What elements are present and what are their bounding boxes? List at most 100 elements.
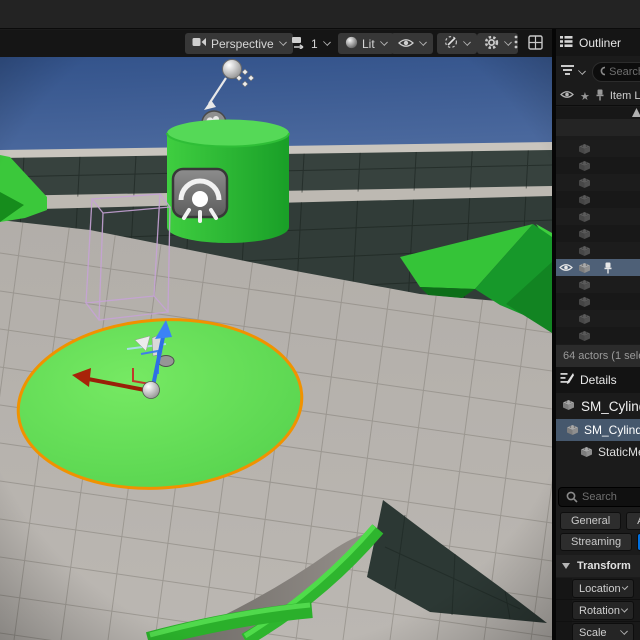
transform-axis-label: Scale — [579, 626, 607, 639]
camera-icon — [192, 36, 207, 51]
maximize-layout-button[interactable] — [524, 33, 547, 54]
static-mesh-cube-icon — [578, 245, 596, 257]
selected-actor-header: SM_Cylinder — [556, 395, 640, 417]
outliner-column-headers: ★ Item Label — [556, 87, 640, 106]
lit-label: Lit — [362, 36, 375, 51]
chevron-down-icon — [322, 38, 331, 46]
lit-mode-button[interactable]: Lit — [338, 33, 394, 54]
star-column-icon[interactable]: ★ — [580, 90, 590, 103]
search-icon — [566, 491, 578, 503]
outliner-row[interactable] — [556, 208, 640, 225]
category-button[interactable]: Actor — [626, 512, 640, 530]
outliner-search-placeholder: Search — [609, 66, 640, 78]
details-tab[interactable]: Details — [556, 367, 640, 393]
outliner-row[interactable] — [556, 225, 640, 242]
details-category-row-2: StreamingAll — [556, 532, 640, 552]
viewport-toolbar: Perspective 1 Lit — [0, 30, 552, 57]
static-mesh-cube-icon — [566, 424, 579, 436]
visibility-eye-icon[interactable] — [556, 263, 578, 272]
perspective-button[interactable]: Perspective — [185, 33, 293, 54]
outliner-row[interactable] — [556, 157, 640, 174]
collapse-caret-icon — [562, 563, 570, 569]
static-mesh-cube-icon — [578, 143, 596, 155]
outliner-row[interactable] — [556, 276, 640, 293]
row-gutter — [556, 622, 572, 640]
category-button[interactable]: Streaming — [560, 533, 633, 551]
static-mesh-cube-icon — [578, 228, 596, 240]
grid-layout-icon — [528, 34, 543, 53]
static-mesh-cube-icon — [578, 160, 596, 172]
transform-property-row: Rotation — [556, 600, 640, 622]
transform-axis-dropdown[interactable]: Rotation — [572, 601, 634, 620]
details-search-placeholder: Search — [582, 491, 617, 503]
funnel-icon[interactable] — [561, 63, 574, 81]
chevron-down-icon — [620, 627, 628, 635]
edit-details-icon — [560, 372, 574, 388]
transform-axis-dropdown[interactable]: Location — [572, 579, 634, 598]
row-gutter — [556, 578, 572, 599]
outliner-spacer-row — [556, 119, 640, 136]
transform-property-row: Scale — [556, 622, 640, 640]
viewport-vignette — [0, 57, 552, 640]
chevron-down-icon — [621, 583, 629, 591]
outliner-row[interactable] — [556, 327, 640, 344]
chevron-down-icon — [379, 38, 388, 46]
static-mesh-cube-icon — [578, 313, 596, 325]
screen-percentage-button[interactable]: 1 — [284, 33, 337, 54]
actor-name-text: SM_Cylinder — [581, 398, 640, 414]
component-tree: SM_Cylinder StaticMesh — [556, 419, 640, 463]
component-row[interactable]: SM_Cylinder — [556, 419, 640, 441]
component-name-text: SM_Cylinder — [584, 423, 640, 437]
outliner-actor-list — [556, 140, 640, 344]
chevron-down-icon[interactable] — [578, 66, 586, 75]
outliner-sort-strip — [556, 107, 640, 119]
outliner-search-box[interactable]: Search — [592, 62, 640, 82]
outliner-row[interactable] — [556, 259, 640, 276]
gear-icon — [484, 35, 499, 53]
details-title: Details — [580, 373, 617, 387]
transform-section-header[interactable]: Transform — [556, 555, 640, 577]
outliner-tab[interactable]: Outliner — [556, 29, 640, 56]
component-row[interactable]: StaticMesh — [556, 441, 640, 463]
static-mesh-cube-icon — [578, 296, 596, 308]
component-name-text: StaticMesh — [598, 445, 640, 459]
item-label-column[interactable]: Item Label — [610, 90, 640, 102]
more-options-button[interactable] — [511, 33, 521, 54]
outliner-row[interactable] — [556, 293, 640, 310]
static-mesh-cube-icon — [578, 211, 596, 223]
static-mesh-cube-icon — [562, 399, 575, 414]
outliner-row[interactable] — [556, 242, 640, 259]
eye-column-icon[interactable] — [560, 90, 574, 102]
transform-rows: Location Rotation Scale — [556, 578, 640, 640]
details-search-box[interactable]: Search — [558, 487, 640, 507]
dashed-circle-pen-icon — [444, 35, 458, 52]
sort-triangle-icon — [632, 108, 640, 117]
viewport-3d-scene[interactable] — [0, 57, 552, 640]
right-panel: Outliner Search ★ Item Label 64 actors (… — [556, 29, 640, 640]
lit-sphere-icon — [345, 36, 358, 52]
transform-property-row: Location — [556, 578, 640, 600]
outliner-status-bar: 64 actors (1 selected) — [556, 345, 640, 367]
screen-percentage-value: 1 — [311, 36, 318, 51]
outliner-row[interactable] — [556, 140, 640, 157]
details-category-row-1: General Actor — [556, 511, 640, 531]
perspective-label: Perspective — [211, 36, 274, 51]
pin-column-icon[interactable] — [596, 89, 604, 104]
outliner-filter-row: Search — [556, 60, 640, 84]
details-search-row: Search — [556, 486, 640, 508]
viewmode-overlay-button[interactable] — [437, 33, 477, 54]
static-mesh-cube-icon — [578, 194, 596, 206]
outliner-row[interactable] — [556, 191, 640, 208]
show-flags-button[interactable] — [391, 33, 433, 54]
transform-axis-label: Location — [579, 582, 621, 595]
search-icon — [600, 66, 606, 76]
chevron-down-icon — [620, 605, 629, 613]
transform-axis-dropdown[interactable]: Scale — [572, 623, 634, 640]
static-mesh-cube-icon — [578, 330, 596, 342]
outliner-list-icon — [560, 35, 573, 51]
outliner-row[interactable] — [556, 310, 640, 327]
eye-icon — [398, 37, 414, 51]
outliner-row[interactable] — [556, 174, 640, 191]
pin-icon[interactable] — [604, 262, 612, 274]
category-button[interactable]: General — [560, 512, 622, 530]
